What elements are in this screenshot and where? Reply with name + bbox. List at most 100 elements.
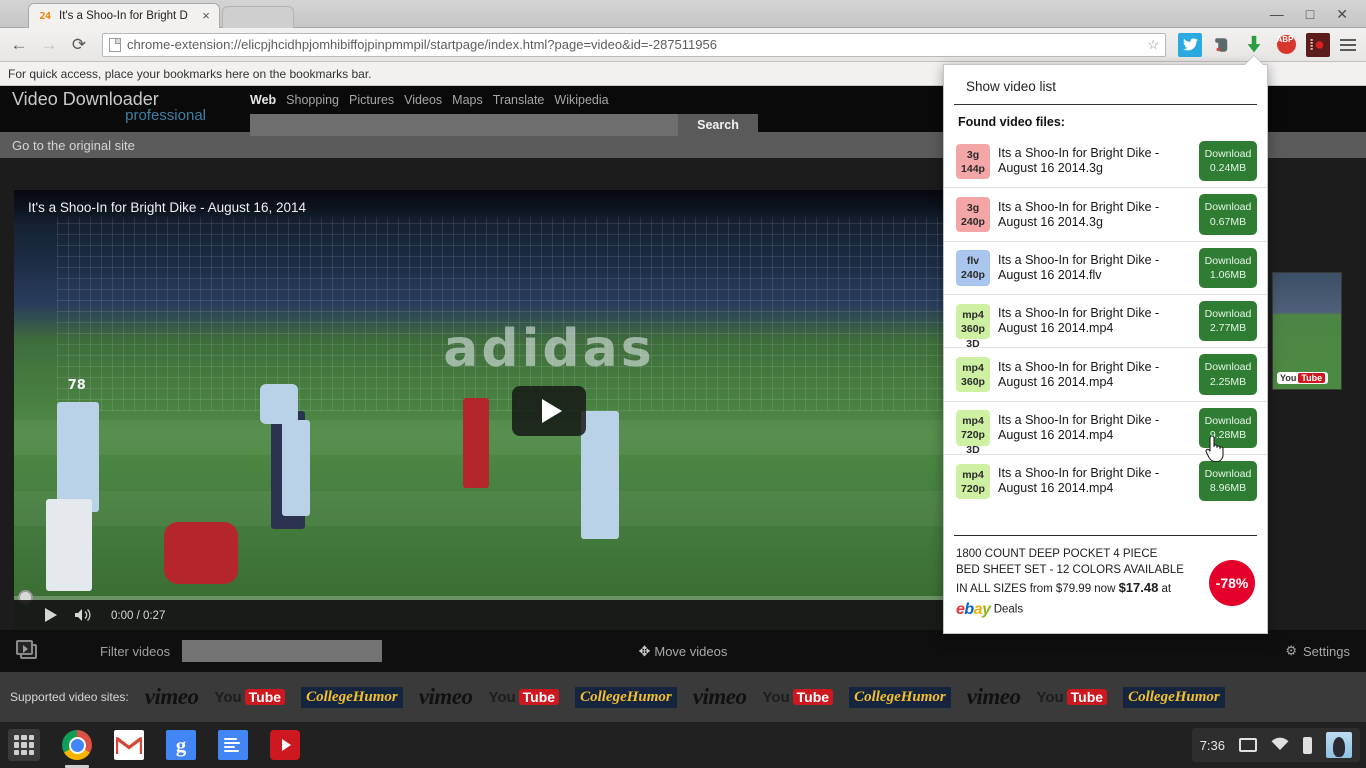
youtube-logo-icon[interactable]: You Tube — [762, 689, 834, 706]
download-button-label: Download — [1204, 361, 1252, 374]
minimize-button[interactable]: — — [1270, 7, 1284, 21]
settings-label: Settings — [1303, 643, 1350, 659]
site-nav-videos[interactable]: Videos — [404, 93, 442, 107]
popup-advertisement[interactable]: 1800 COUNT DEEP POCKET 4 PIECE BED SHEET… — [954, 534, 1257, 633]
tray-clock[interactable]: 7:36 — [1200, 738, 1225, 753]
evernote-extension-icon[interactable] — [1210, 33, 1234, 57]
download-button-label: Download — [1204, 148, 1252, 160]
download-button[interactable]: Download 8.96MB — [1199, 461, 1257, 502]
video-file-title: Its a Shoo-In for Bright Dike - August 1… — [998, 466, 1160, 496]
vimeo-logo-icon[interactable]: vimeo — [693, 684, 747, 710]
taskbar-app-google-docs[interactable] — [218, 730, 248, 760]
site-nav-pictures[interactable]: Pictures — [349, 93, 394, 107]
download-button[interactable]: Download 0.24MB — [1199, 141, 1257, 182]
video-time-display: 0:00 / 0:27 — [111, 610, 166, 622]
adblock-plus-extension-icon[interactable]: ABP — [1274, 33, 1298, 57]
browser-tab[interactable]: 24 It's a Shoo-In for Bright D × — [28, 3, 220, 28]
video-quality: 720p — [961, 482, 985, 495]
download-button[interactable]: Download 2.77MB — [1199, 301, 1257, 342]
volume-icon[interactable] — [75, 608, 93, 625]
video-format-badge: mp4 360p — [956, 356, 990, 393]
user-avatar[interactable] — [1326, 732, 1352, 758]
youtube-source-badge: You Tube — [1277, 372, 1329, 384]
youtube-logo-icon[interactable]: You Tube — [488, 689, 560, 706]
videos-stack-icon[interactable] — [16, 640, 40, 662]
bookmark-star-icon[interactable]: ☆ — [1147, 37, 1159, 53]
vimeo-logo-icon[interactable]: vimeo — [967, 684, 1021, 710]
collegehumor-logo-icon[interactable]: CollegeHumor — [849, 686, 951, 708]
site-nav: Web Shopping Pictures Videos Maps Transl… — [250, 93, 609, 107]
system-tray[interactable]: 7:36 — [1191, 728, 1360, 762]
site-nav-maps[interactable]: Maps — [452, 93, 483, 107]
video-toolbar: Filter videos ✥ Move videos ⚙ Settings — [0, 630, 1366, 672]
new-tab-button[interactable] — [222, 6, 294, 28]
download-file-size: 2.77MB — [1209, 322, 1247, 335]
go-to-original-site-link[interactable]: Go to the original site — [12, 138, 135, 153]
display-icon[interactable] — [1239, 738, 1257, 752]
address-bar[interactable]: chrome-extension://elicpjhcidhpjomhibiff… — [102, 32, 1166, 57]
close-window-button[interactable]: ✕ — [1336, 7, 1348, 21]
download-button-label: Download — [1204, 201, 1252, 214]
taskbar-app-chrome[interactable] — [62, 730, 92, 768]
maximize-button[interactable]: □ — [1306, 7, 1314, 21]
video-file-row: flv 240p Its a Shoo-In for Bright Dike - A… — [944, 242, 1267, 296]
download-button[interactable]: Download 2.25MB — [1199, 354, 1257, 395]
app-launcher-icon[interactable] — [8, 729, 40, 761]
bookmarks-bar-hint: For quick access, place your bookmarks h… — [8, 66, 372, 81]
site-nav-web[interactable]: Web — [250, 93, 276, 107]
taskbar-app-gmail[interactable] — [114, 730, 144, 760]
collegehumor-logo-icon[interactable]: CollegeHumor — [1123, 686, 1225, 708]
taskbar-app-youtube[interactable] — [270, 730, 300, 760]
site-nav-translate[interactable]: Translate — [493, 93, 545, 107]
site-nav-shopping[interactable]: Shopping — [286, 93, 339, 107]
youtube-logo-icon[interactable]: You Tube — [214, 689, 286, 706]
site-search-button[interactable]: Search — [678, 114, 758, 136]
download-button-label: Download — [1204, 254, 1252, 267]
page-info-icon[interactable] — [109, 37, 121, 52]
tab-close-icon[interactable]: × — [199, 9, 213, 23]
video-quality: 720p — [961, 429, 985, 442]
video-downloader-extension-icon[interactable] — [1242, 33, 1266, 57]
site-search-input[interactable] — [250, 114, 678, 136]
video-file-title: Its a Shoo-In for Bright Dike - August 1… — [998, 359, 1160, 389]
video-format-badge: mp4 720p — [956, 463, 990, 499]
gear-icon: ⚙ — [1285, 643, 1298, 658]
settings-button[interactable]: ⚙ Settings — [1285, 643, 1350, 659]
collegehumor-logo-icon[interactable]: CollegeHumor — [575, 686, 677, 708]
collegehumor-logo-icon[interactable]: CollegeHumor — [301, 686, 403, 708]
move-cross-icon: ✥ — [638, 642, 651, 659]
battery-icon[interactable] — [1303, 736, 1312, 754]
back-icon[interactable]: ← — [8, 34, 30, 56]
download-button[interactable]: Download 1.06MB — [1199, 247, 1257, 289]
site-nav-wikipedia[interactable]: Wikipedia — [554, 93, 608, 107]
video-quality: 240p — [961, 216, 985, 229]
forward-icon[interactable]: → — [38, 34, 60, 56]
twitter-extension-icon[interactable] — [1178, 32, 1202, 57]
download-button[interactable]: Download 0.67MB — [1199, 194, 1257, 235]
video-player[interactable]: adidas 78 It's a Shoo-In for Bright Dike… — [14, 190, 1084, 632]
side-video-thumbnail[interactable]: You Tube — [1272, 272, 1342, 390]
window-controls: — □ ✕ — [1270, 0, 1362, 28]
vimeo-logo-icon[interactable]: vimeo — [145, 684, 199, 710]
chrome-menu-icon[interactable] — [1338, 38, 1358, 51]
play-icon[interactable] — [44, 607, 57, 625]
video-file-title: Its a Shoo-In for Bright Dike - August 1… — [998, 146, 1160, 176]
site-logo[interactable]: Video Downloader professional — [12, 90, 212, 124]
youtube-logo-icon[interactable]: You Tube — [1036, 689, 1108, 706]
video-quality: 240p — [961, 269, 985, 282]
ad-brand-suffix: Deals — [993, 603, 1024, 616]
reload-icon[interactable]: ⟳ — [68, 34, 90, 56]
play-button[interactable] — [512, 386, 586, 436]
video-format-badge: mp4 360p 3D — [956, 303, 990, 350]
youtube-badge-tube: Tube — [1298, 373, 1326, 383]
download-file-size: 0.24MB — [1209, 162, 1247, 175]
vimeo-logo-icon[interactable]: vimeo — [419, 684, 473, 710]
download-button[interactable]: Download 9.28MB — [1199, 407, 1257, 449]
taskbar-app-google-search[interactable]: g — [166, 730, 196, 760]
filter-videos-input[interactable] — [182, 640, 383, 662]
wifi-icon[interactable] — [1271, 737, 1289, 754]
show-video-list-link[interactable]: Show video list — [954, 65, 1257, 105]
video-file-row: mp4 360p 3D Its a Shoo-In for Bright Dike -… — [944, 295, 1267, 350]
move-videos-button[interactable]: ✥ Move videos — [639, 643, 728, 660]
screen-recorder-extension-icon[interactable] — [1306, 32, 1330, 57]
